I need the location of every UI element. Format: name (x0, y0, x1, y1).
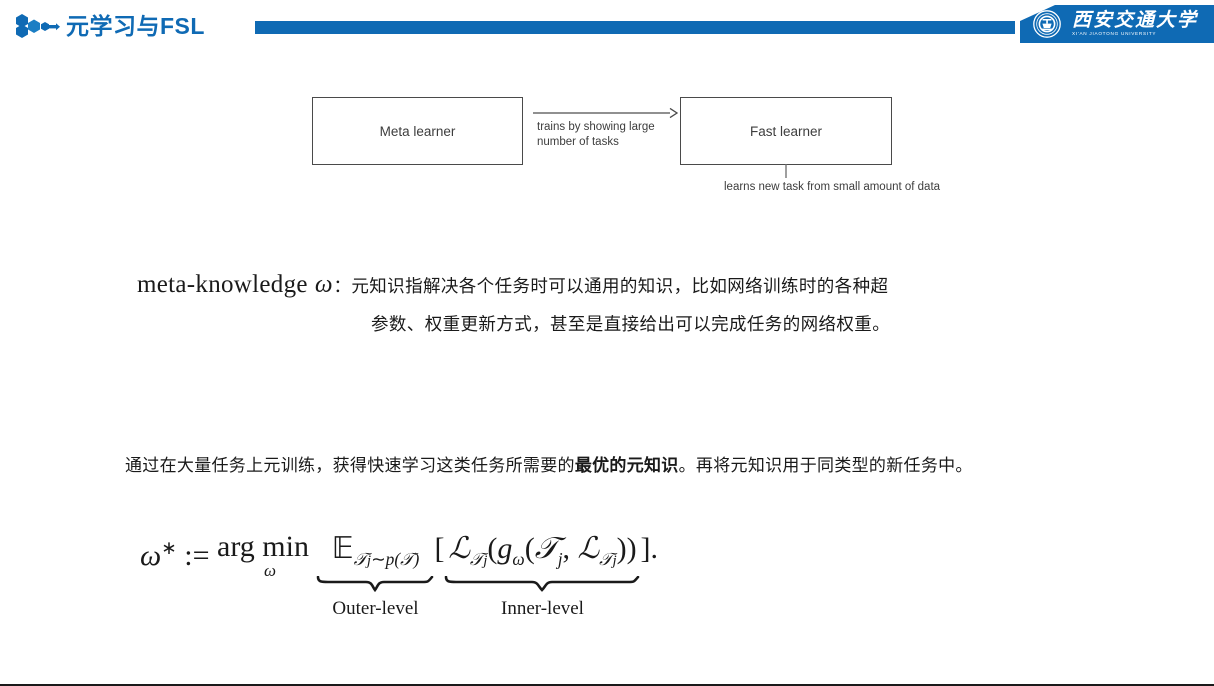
formula-expectation-tilde: ∼ (371, 549, 386, 569)
meta-knowledge-line-1: meta-knowledge ω：元知识指解决各个任务时可以通用的知识，比如网络训… (137, 268, 1147, 304)
formula-g-symbol: g (497, 532, 513, 565)
page-title: 元学习与FSL (66, 13, 205, 39)
formula-inner-level-group: ℒ𝒯j(gω(𝒯j, ℒ𝒯j)) Inner-level (444, 531, 640, 620)
header-accent-bar (255, 21, 1015, 34)
meta-knowledge-text-line-1: 元知识指解决各个任务时可以通用的知识，比如网络训练时的各种超 (351, 276, 889, 296)
inner-level-underbrace-icon (444, 575, 640, 597)
formula-loss-symbol: ℒ (448, 532, 470, 565)
formula-paren-open-2: ( (524, 532, 535, 565)
formula-comma: , (562, 532, 571, 565)
formula-assign: := (184, 539, 210, 572)
formula-expectation: 𝔼𝒯j∼p(𝒯) (332, 531, 420, 579)
university-name-en: XI'AN JIAOTONG UNIVERSITY (1072, 31, 1157, 36)
inner-level-label: Inner-level (501, 598, 584, 619)
meta-knowledge-line-2: 参数、权重更新方式，甚至是直接给出可以完成任务的网络权重。 (371, 306, 1147, 342)
slide-canvas: 元学习与FSL 西安交通大学 XI'AN JIAOTONG UNIVERSITY… (0, 0, 1214, 686)
meta-knowledge-colon: ： (333, 276, 352, 296)
formula-g-sub: ω (512, 549, 525, 569)
meta-knowledge-term: meta-knowledge (137, 271, 308, 298)
formula-omega: ω (140, 539, 162, 572)
fast-learner-label: Fast learner (749, 123, 823, 139)
omega-symbol: ω (314, 271, 333, 298)
meta-learner-box: Meta learner (312, 97, 523, 165)
university-name-cn: 西安交通大学 (1072, 10, 1199, 31)
slide-header: 元学习与FSL 西安交通大学 XI'AN JIAOTONG UNIVERSITY (0, 0, 1214, 52)
outer-level-underbrace-icon (316, 575, 434, 597)
objective-formula: ω∗ := arg min ω 𝔼𝒯j∼p(𝒯) Outer-level [ℒ… (140, 531, 658, 620)
formula-inner-expression: ℒ𝒯j(gω(𝒯j, ℒ𝒯j)) (448, 531, 636, 579)
paragraph-part-2: 。再将元知识用于同类型的新任务中。 (678, 456, 973, 475)
formula-lhs: ω∗ := (140, 531, 217, 574)
formula-expectation-sub: 𝒯 (353, 549, 367, 569)
formula-inner-args: 𝒯 (534, 532, 558, 565)
meta-knowledge-text-line-2: 参数、权重更新方式，甚至是直接给出可以完成任务的网络权重。 (371, 314, 891, 334)
formula-paren-open: ( (487, 532, 498, 565)
fast-learner-caption: learns new task from small amount of dat… (724, 181, 941, 193)
formula-argmin-word: arg min (217, 530, 309, 563)
paragraph-bold-phrase: 最优的元知识 (574, 456, 679, 475)
formula-expectation-dist: p(𝒯) (385, 549, 420, 569)
formula-paren-close: ) (616, 532, 627, 565)
xjtu-crest-icon (1030, 9, 1064, 39)
formula-loss-sub: 𝒯 (469, 549, 484, 569)
formula-tail: ]. (640, 531, 658, 567)
formula-expectation-symbol: 𝔼 (331, 532, 354, 565)
formula-period: . (650, 532, 658, 565)
fast-learner-box: Fast learner (680, 97, 892, 165)
formula-bracket-open: [ (434, 532, 445, 565)
hexagon-node-logo-icon (14, 13, 60, 39)
edge-label: trains by showing large number of tasks (537, 121, 655, 148)
vertical-tick-icon (780, 164, 794, 180)
formula-argmin: arg min ω (217, 530, 309, 580)
meta-knowledge-block: meta-knowledge ω：元知识指解决各个任务时可以通用的知识，比如网络训… (137, 268, 1147, 342)
formula-inner-loss-sub: 𝒯 (599, 549, 613, 569)
formula-inner-loss: ℒ (577, 532, 600, 565)
formula-spacer-1 (309, 531, 317, 567)
body-paragraph: 通过在大量任务上元训练，获得快速学习这类任务所需要的最优的元知识。再将元知识用于… (125, 449, 1145, 483)
right-arrow-icon (533, 105, 679, 121)
formula-argmin-sub: ω (264, 561, 277, 580)
meta-learner-label: Meta learner (379, 123, 456, 139)
formula-bracket-close: ] (640, 532, 651, 565)
outer-level-label: Outer-level (332, 598, 419, 619)
paragraph-part-1: 通过在大量任务上元训练，获得快速学习这类任务所需要的 (125, 456, 575, 475)
formula-paren-close-2: ) (626, 532, 637, 565)
formula-star: ∗ (161, 538, 177, 559)
formula-outer-level-group: 𝔼𝒯j∼p(𝒯) Outer-level (316, 531, 434, 620)
